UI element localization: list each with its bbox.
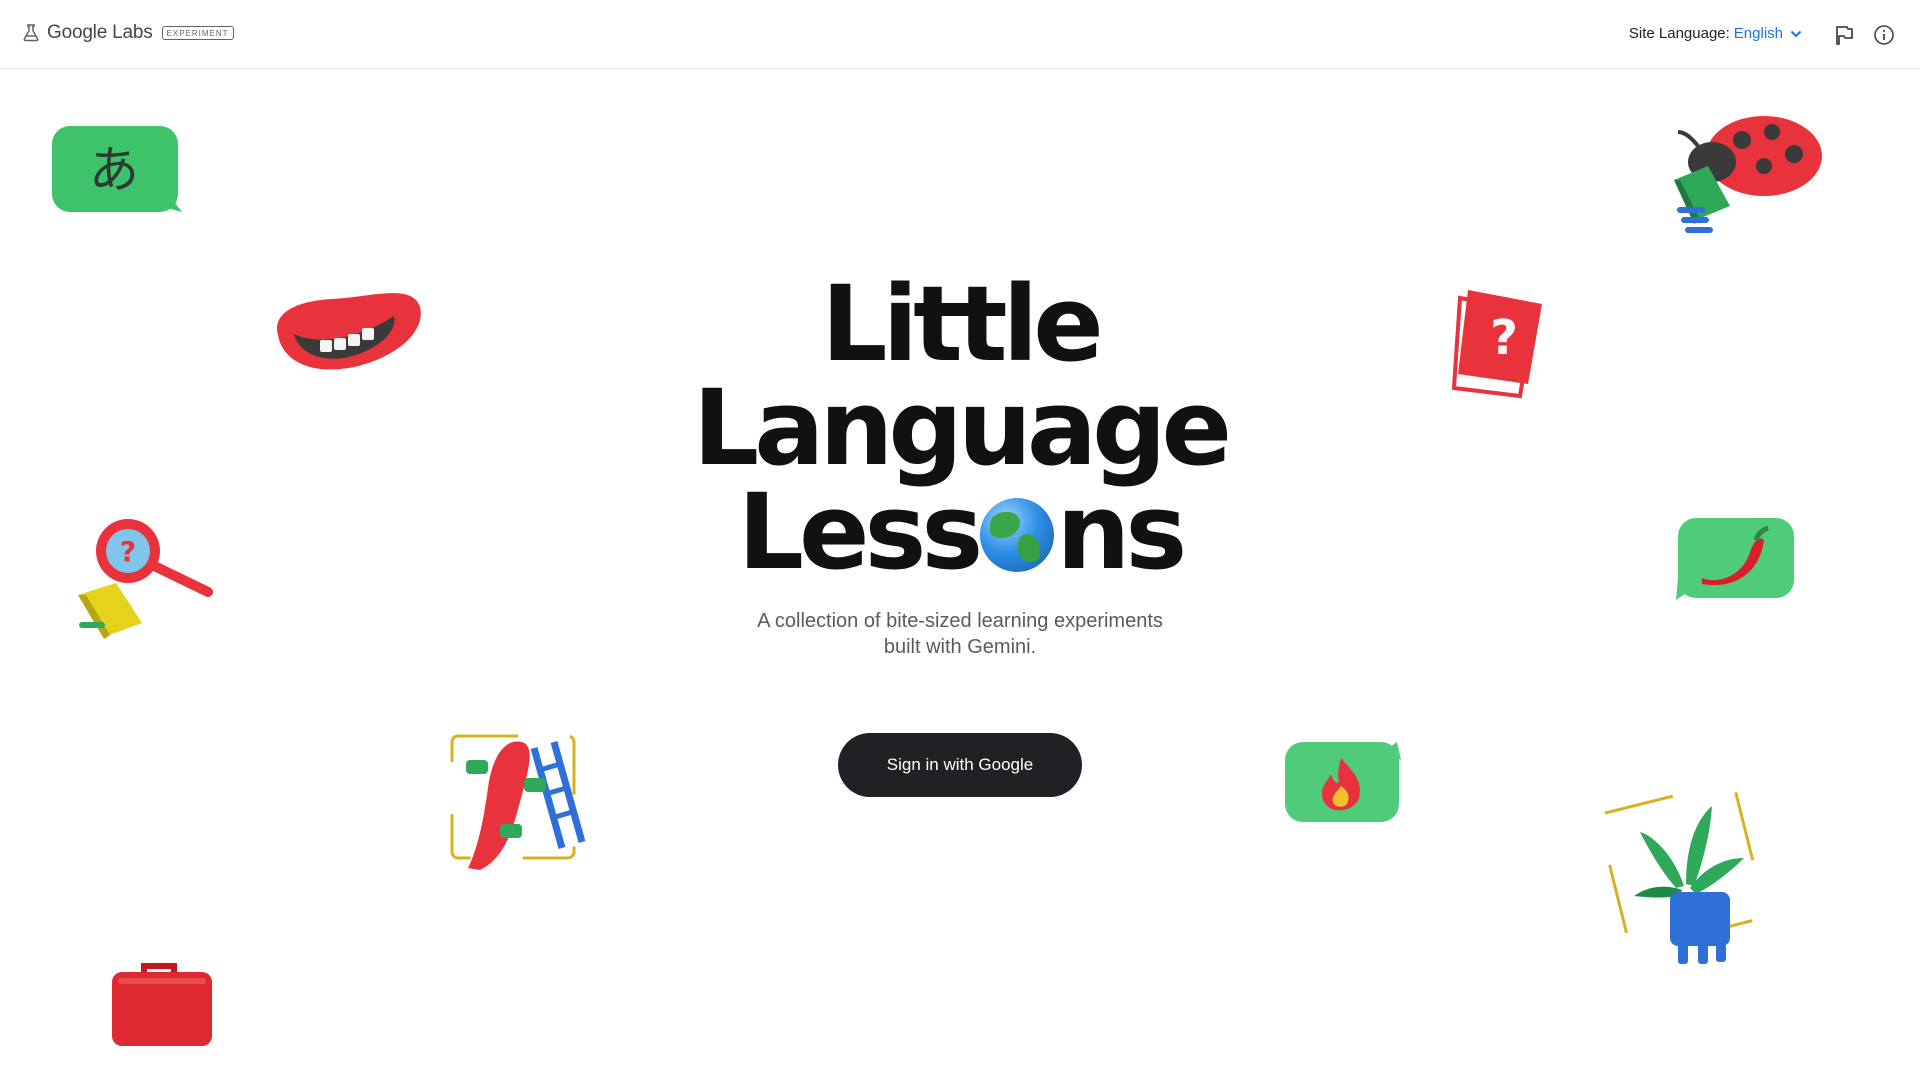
- mouth-icon: [277, 293, 421, 370]
- svg-text:あ: あ: [89, 141, 139, 199]
- top-bar: Google Labs EXPERIMENT Site Language: En…: [0, 0, 1920, 69]
- svg-text:?: ?: [120, 535, 136, 568]
- globe-icon: [980, 498, 1055, 572]
- title-line-3-part-1: Less: [737, 471, 984, 593]
- flask-icon: [22, 24, 40, 42]
- chili-bubble-icon: [1676, 518, 1794, 600]
- site-language-value[interactable]: English: [1734, 25, 1783, 42]
- experiment-badge: EXPERIMENT: [161, 26, 234, 40]
- info-icon[interactable]: [1872, 23, 1896, 47]
- title-line-2: Language: [692, 367, 1232, 489]
- page-title: Little Language Less ns: [560, 272, 1360, 584]
- flag-icon[interactable]: [1832, 23, 1856, 47]
- google-labs-logo[interactable]: Google Labs EXPERIMENT: [22, 22, 234, 44]
- title-line-3: Less ns: [560, 480, 1360, 584]
- lunchbox-icon: [112, 963, 212, 1046]
- title-line-1: Little: [821, 263, 1104, 385]
- hiragana-bubble-icon: あ: [52, 126, 182, 212]
- title-line-3-part-2: ns: [1056, 471, 1187, 593]
- ladybug-book-icon: [1674, 116, 1822, 233]
- question-sign-icon: ?: [1451, 290, 1542, 399]
- hero-subtitle: A collection of bite-sized learning expe…: [660, 608, 1260, 660]
- chevron-down-icon[interactable]: [1789, 27, 1803, 41]
- svg-text:?: ?: [1490, 310, 1518, 366]
- site-language-label: Site Language:: [1628, 25, 1730, 42]
- flame-bubble-icon: [1285, 742, 1401, 822]
- subtitle-line-2: built with Gemini.: [883, 636, 1037, 658]
- magnifier-book-icon: ?: [78, 519, 213, 639]
- potted-plant-icon: [1604, 781, 1767, 964]
- subtitle-line-1: A collection of bite-sized learning expe…: [757, 610, 1163, 632]
- brand-name: Google Labs: [47, 22, 153, 43]
- site-language-selector[interactable]: Site Language: English: [1629, 25, 1803, 42]
- slide-ladder-icon: [450, 734, 586, 870]
- sign-in-with-google-button[interactable]: Sign in with Google: [838, 733, 1082, 797]
